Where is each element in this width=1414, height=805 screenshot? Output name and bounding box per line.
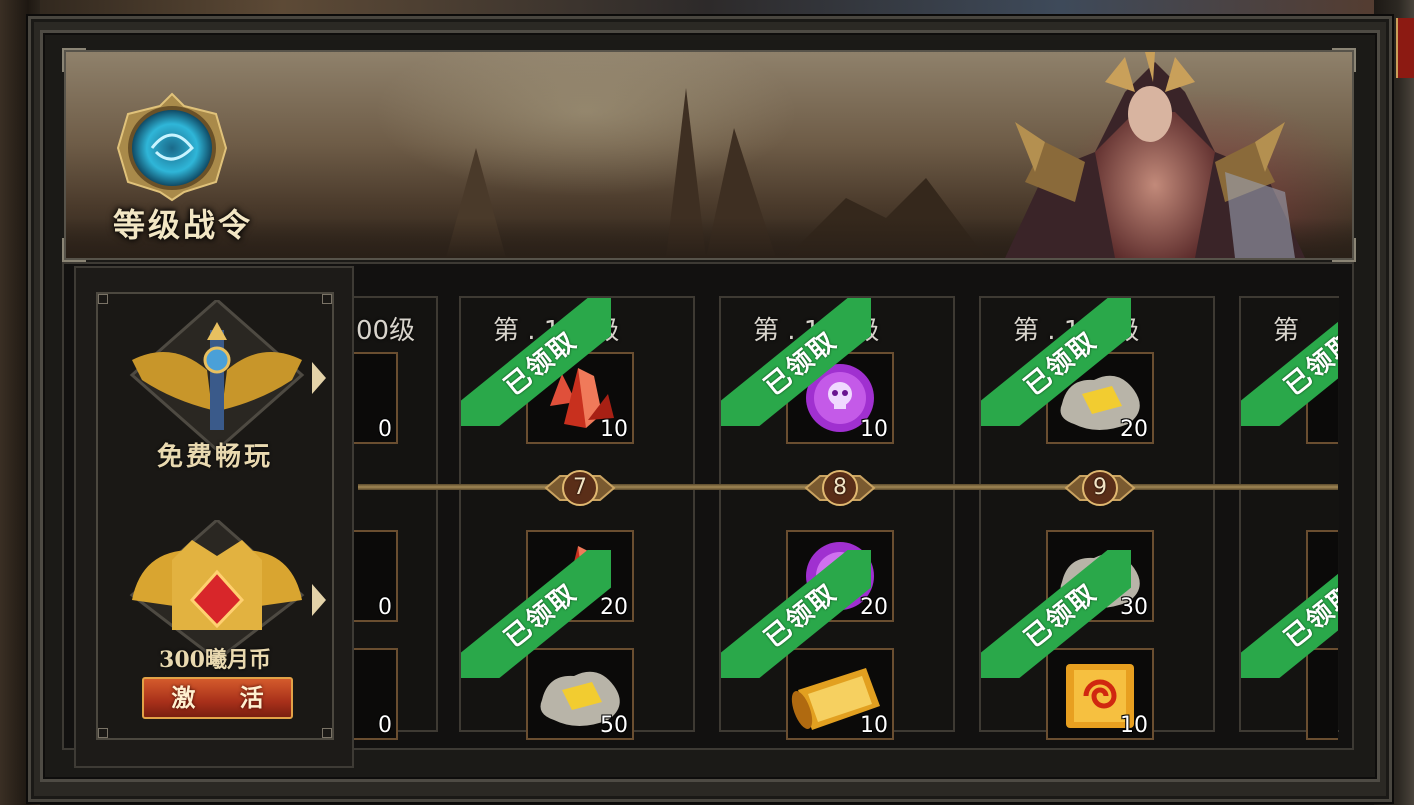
banner-corner-tl: [62, 48, 86, 72]
item-quantity: 0: [378, 595, 392, 620]
claimed-label: 已领取: [461, 298, 611, 426]
level-node-number: 8: [833, 475, 847, 500]
claimed-ribbon: 已领取: [981, 550, 1131, 678]
corner-ornament: [98, 728, 108, 738]
claimed-ribbon: 已领取: [461, 550, 611, 678]
claimed-ribbon: 已领取: [1241, 298, 1338, 426]
claimed-label: 已领取: [721, 298, 871, 426]
level-node-number: 9: [1093, 475, 1107, 500]
item-quantity: 0: [378, 417, 392, 442]
corner-ornament: [98, 294, 108, 304]
close-tab[interactable]: [1396, 18, 1414, 78]
claimed-label: 已领取: [981, 298, 1131, 426]
level-label: 00级: [356, 316, 416, 346]
corner-ornament: [322, 294, 332, 304]
claimed-ribbon: 已领取: [721, 298, 871, 426]
portal-emblem-icon: [116, 92, 228, 202]
premium-price-label: 300曦月币: [159, 647, 271, 673]
chevron-right-icon[interactable]: [312, 362, 326, 394]
item-quantity: 10: [1120, 713, 1148, 738]
claimed-label: 已领取: [981, 550, 1131, 678]
item-quantity: 50: [600, 713, 628, 738]
free-tier-badge-icon: [129, 300, 305, 450]
chevron-right-icon[interactable]: [312, 584, 326, 616]
page-title: 等级战令: [112, 206, 253, 244]
claimed-ribbon: 已领取: [461, 298, 611, 426]
claimed-label: 已领取: [1241, 298, 1338, 426]
corner-ornament: [322, 728, 332, 738]
claimed-ribbon: 已领取: [981, 298, 1131, 426]
level-node-number: 7: [573, 475, 587, 500]
item-quantity: 10: [860, 713, 888, 738]
claimed-label: 已领取: [1241, 550, 1338, 678]
banner-corner-br: [1332, 238, 1356, 262]
claimed-ribbon: 已领取: [721, 550, 871, 678]
warrior-portrait: [1005, 52, 1305, 258]
activate-button[interactable]: 激 活: [142, 677, 293, 719]
claimed-label: 已领取: [461, 550, 611, 678]
claimed-ribbon: 已领取: [1241, 550, 1338, 678]
banner-corner-bl: [62, 238, 86, 262]
premium-tier-badge-icon: [129, 520, 305, 660]
free-tier-label: 免费畅玩: [156, 442, 273, 472]
item-quantity: 0: [378, 713, 392, 738]
claimed-label: 已领取: [721, 550, 871, 678]
banner-corner-tr: [1332, 48, 1356, 72]
